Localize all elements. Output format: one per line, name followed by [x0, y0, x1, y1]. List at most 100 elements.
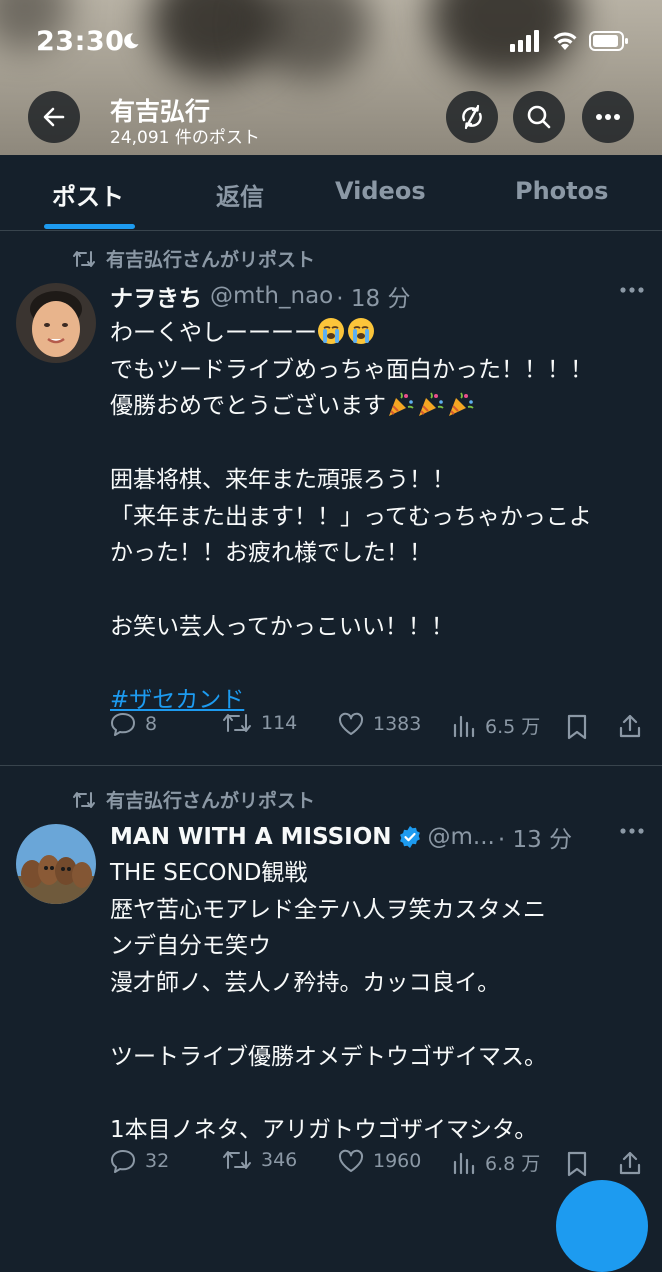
post-count: 24,091 件のポスト: [110, 128, 260, 148]
avatar-photo: [16, 283, 96, 363]
sync-off-icon: [462, 104, 482, 130]
reply-icon: [111, 1150, 135, 1173]
loudly-crying-emoji-icon: [318, 318, 344, 344]
status-bar-time: 23:30: [36, 26, 125, 57]
more-horizontal-icon[interactable]: [620, 287, 644, 293]
party-popper-emoji-icon: [419, 392, 444, 417]
reply-count: 32: [145, 1150, 170, 1172]
profile-header-banner: 23:30 有吉弘行 24,091 件のポスト: [0, 0, 662, 155]
verified-badge-icon: [399, 826, 420, 848]
like-button[interactable]: 1383: [338, 712, 421, 736]
sync-off-button[interactable]: [446, 91, 498, 143]
text-line: ツートライブ優勝オメデトウゴザイマス。: [110, 1043, 547, 1070]
post-header: ナヲきち @mth_nao · 18 分: [110, 279, 411, 313]
text-line: わーくやしーーーー: [110, 315, 650, 352]
views-button[interactable]: 6.5 万: [452, 712, 540, 739]
party-popper-emoji-icon: [389, 392, 414, 417]
like-button[interactable]: 1960: [338, 1149, 421, 1173]
cellular-signal-icon: [510, 30, 539, 52]
post-actions: 8 114 1383 6.5 万: [110, 712, 650, 742]
post-text: わーくやしーーーーでもツードライブめっちゃ面白かった！！！！ 優勝おめでとうござい…: [110, 315, 650, 719]
repost-button[interactable]: 346: [222, 1149, 297, 1171]
text-line: ​: [110, 1075, 650, 1112]
repost-count: 114: [261, 712, 298, 734]
more-horizontal-icon: [596, 114, 620, 120]
repost-label: 有吉弘行さんがリポスト: [106, 790, 316, 812]
repost-button[interactable]: 114: [222, 712, 297, 734]
more-horizontal-icon[interactable]: [620, 828, 644, 834]
tab-posts[interactable]: ポスト: [52, 177, 124, 212]
repost-icon: [73, 250, 95, 267]
party-popper-emoji-icon: [449, 392, 474, 417]
text-line: 歴ヤ苦心モアレド全テハ人ヲ笑カスタメニ: [110, 896, 546, 923]
like-count: 1383: [373, 713, 422, 735]
avatar-photo: [16, 824, 96, 904]
post-text: THE SECOND観戦歴ヤ苦心モアレド全テハ人ヲ笑カスタメニ ンデ自分モ笑ウ漫才…: [110, 855, 650, 1149]
bookmark-icon[interactable]: [566, 714, 588, 740]
avatar[interactable]: [16, 283, 96, 363]
repost-icon: [223, 714, 251, 732]
tab-videos[interactable]: Videos: [335, 177, 426, 205]
analytics-icon: [453, 1152, 475, 1174]
text-line: ンデ自分モ笑ウ: [110, 933, 271, 960]
share-icon[interactable]: [618, 713, 642, 739]
post-actions: 32 346 1960 6.8 万: [110, 1149, 650, 1179]
repost-count: 346: [261, 1149, 298, 1171]
loudly-crying-emoji-icon: [348, 318, 374, 344]
share-icon[interactable]: [618, 1150, 642, 1176]
text-line: かった！！お疲れ様でした！！: [110, 540, 432, 567]
text-line: 1本目ノネタ、アリガトウゴザイマシタ。: [110, 1116, 538, 1143]
repost-icon: [73, 791, 95, 808]
reply-count: 8: [145, 713, 158, 735]
wifi-icon: [553, 32, 577, 50]
author-name[interactable]: MAN WITH A MISSION: [110, 824, 392, 850]
text-line: 優勝おめでとうございます: [110, 388, 650, 425]
text-line: お笑い芸人ってかっこいい！！！: [110, 613, 454, 640]
moon-icon: [124, 33, 139, 49]
search-button[interactable]: [513, 91, 565, 143]
back-button[interactable]: [28, 91, 80, 143]
avatar[interactable]: [16, 824, 96, 904]
active-tab-indicator: [44, 224, 135, 229]
repost-label: 有吉弘行さんがリポスト: [106, 249, 316, 271]
more-options-button[interactable]: [582, 91, 634, 143]
bookmark-icon[interactable]: [566, 1151, 588, 1177]
repost-icon: [223, 1151, 251, 1169]
text-line: 漫才師ノ、芸人ノ矜持。カッコ良イ。: [110, 970, 501, 997]
author-handle[interactable]: @mth_nao: [210, 283, 333, 309]
text-line: 囲碁将棋、来年また頑張ろう！！: [110, 466, 455, 493]
text-line: ​: [110, 1002, 650, 1039]
tab-photos[interactable]: Photos: [515, 177, 608, 205]
profile-tabs: ポスト 返信 Videos Photos: [0, 155, 662, 231]
battery-icon: [589, 31, 628, 51]
reply-button[interactable]: 32: [110, 1149, 169, 1173]
text-line: でもツードライブめっちゃ面白かった！！！！: [110, 356, 593, 383]
text-line: ​: [110, 572, 650, 609]
text-line: THE SECOND観戦: [110, 860, 308, 886]
arrow-left-icon: [43, 107, 65, 127]
view-count: 6.8 万: [485, 1153, 541, 1175]
repost-indicator: 有吉弘行さんがリポスト: [72, 245, 315, 272]
tab-replies[interactable]: 返信: [216, 177, 264, 212]
like-count: 1960: [373, 1150, 422, 1172]
text-line: ​: [110, 425, 650, 462]
search-icon: [527, 105, 551, 129]
author-name[interactable]: ナヲきち: [110, 279, 202, 313]
post-item[interactable]: 有吉弘行さんがリポスト MAN WITH A MISSION @m... · 1…: [0, 766, 662, 1200]
view-count: 6.5 万: [485, 716, 541, 738]
reply-button[interactable]: 8: [110, 712, 157, 736]
hashtag-link[interactable]: #ザセカンド: [110, 687, 244, 713]
repost-indicator: 有吉弘行さんがリポスト: [72, 786, 315, 813]
views-button[interactable]: 6.8 万: [452, 1149, 540, 1176]
post-time: · 13 分: [497, 827, 573, 853]
analytics-icon: [453, 715, 475, 737]
compose-post-button[interactable]: [556, 1180, 648, 1272]
reply-icon: [111, 713, 135, 736]
heart-icon: [338, 1149, 364, 1172]
post-header: MAN WITH A MISSION @m... · 13 分: [110, 822, 573, 853]
post-item[interactable]: 有吉弘行さんがリポスト ナヲきち @mth_nao · 18 分 わーくやしーー…: [0, 231, 662, 766]
post-time: · 18 分: [336, 286, 411, 312]
heart-icon: [338, 712, 364, 735]
author-handle[interactable]: @m...: [428, 824, 495, 850]
text-line: 「来年また出ます！！」ってむっちゃかっこよ: [110, 503, 592, 530]
